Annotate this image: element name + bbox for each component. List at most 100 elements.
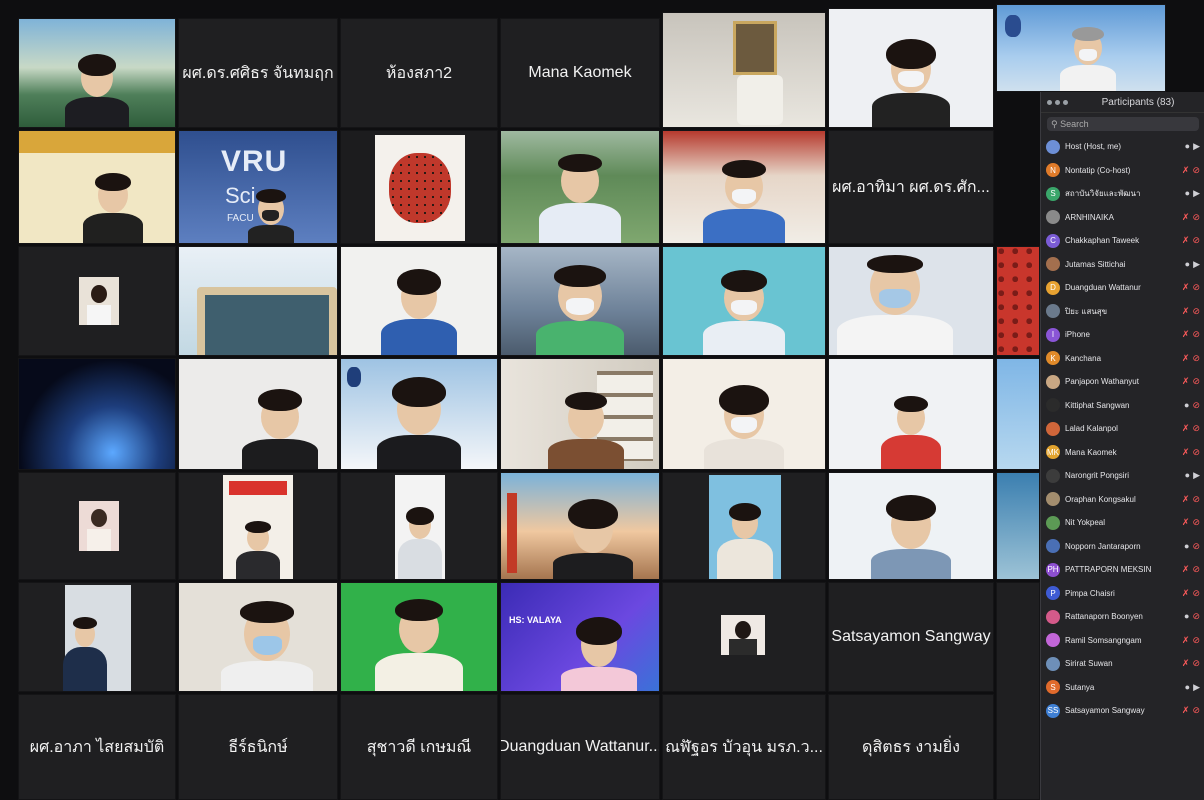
video-tile-32[interactable] — [662, 472, 826, 580]
video-tile-38[interactable]: HS: VALAYA — [500, 582, 660, 692]
emblem-icon — [347, 367, 361, 387]
participant-list-item[interactable]: C Chakkaphan Taweek ✗ ⊘ — [1041, 229, 1204, 253]
video-tile-33[interactable] — [828, 472, 994, 580]
video-tile-17[interactable] — [500, 246, 660, 356]
virtual-background-banner — [19, 131, 175, 153]
video-tile-35[interactable] — [18, 582, 176, 692]
video-tile-14[interactable] — [18, 246, 176, 356]
microphone-muted-icon: ✗ — [1181, 235, 1190, 246]
video-tile-46[interactable]: ดุสิตธร งามยิ่ง — [828, 694, 994, 800]
video-tile-20[interactable] — [996, 246, 1040, 356]
microphone-muted-icon: ✗ — [1181, 352, 1190, 363]
video-tile-29[interactable] — [178, 472, 338, 580]
video-tile-13[interactable]: ผศ.อาทิมา ผศ.ดร.ศัก... — [828, 130, 994, 244]
video-tile-24[interactable] — [500, 358, 660, 470]
video-tile-15[interactable] — [178, 246, 338, 356]
participant-list-item[interactable]: K Kanchana ✗ ⊘ — [1041, 347, 1204, 371]
participant-list-item[interactable]: IiPhone ✗ ⊘ — [1041, 323, 1204, 347]
participant-video — [1058, 27, 1118, 91]
microphone-muted-icon: ✗ — [1181, 282, 1190, 293]
participant-list-name: Lalad Kalanpol — [1065, 424, 1118, 434]
participant-list-name: Kanchana — [1065, 353, 1102, 363]
participant-list-item[interactable]: Sirirat Suwan ✗ ⊘ — [1041, 652, 1204, 676]
avatar: PH — [1046, 562, 1060, 577]
video-tile-1[interactable] — [18, 18, 176, 128]
video-tile-2[interactable]: ผศ.ดร.ศศิธร จันทมฤก — [178, 18, 338, 128]
video-tile-4[interactable]: Mana Kaomek — [500, 18, 660, 128]
video-tile-22[interactable] — [178, 358, 338, 470]
video-tile-34[interactable] — [996, 472, 1040, 580]
video-tile-42[interactable]: ธีร์ธนิกษ์ — [178, 694, 338, 800]
video-tile-11[interactable] — [500, 130, 660, 244]
video-tile-10[interactable] — [340, 130, 498, 244]
video-tile-31[interactable] — [500, 472, 660, 580]
video-tile-6[interactable] — [828, 8, 994, 128]
microphone-muted-icon: ✗ — [1181, 164, 1190, 175]
participant-status-icons: ✗ ⊘ — [1182, 235, 1200, 246]
video-tile-3[interactable]: ห้องสภา2 — [340, 18, 498, 128]
participant-list-item[interactable]: Rattanaporn Boonyen ● ⊘ — [1041, 605, 1204, 629]
video-tile-36[interactable] — [178, 582, 338, 692]
participant-list-item[interactable]: N Nontatip (Co-host) ✗ ⊘ — [1041, 159, 1204, 183]
video-tile-45[interactable]: ณฬัฐอร บัวอุน มรภ.ว... — [662, 694, 826, 800]
participant-search-input[interactable]: ⚲ Search — [1047, 117, 1199, 131]
participant-list-item[interactable]: P Pimpa Chaisri ✗ ⊘ — [1041, 582, 1204, 606]
participant-list-name: Nontatip (Co-host) — [1065, 165, 1131, 175]
participant-list-item[interactable]: SS Satsayamon Sangway ✗ ⊘ — [1041, 699, 1204, 723]
participant-list-item[interactable]: Jutamas Sittichai ● ▶ — [1041, 253, 1204, 277]
video-tile-47[interactable] — [996, 582, 1040, 800]
video-tile-39[interactable] — [662, 582, 826, 692]
video-tile-21[interactable] — [18, 358, 176, 470]
video-tile-16[interactable] — [340, 246, 498, 356]
participant-list-item[interactable]: S Sutanya ● ▶ — [1041, 676, 1204, 700]
video-tile-25[interactable] — [662, 358, 826, 470]
participant-list-item[interactable]: Host (Host, me) ● ▶ — [1041, 135, 1204, 159]
video-tile-41[interactable]: ผศ.อาภา ไสยสมบัติ — [18, 694, 176, 800]
video-tile-37[interactable] — [340, 582, 498, 692]
participant-status-icons: ✗ ⊘ — [1182, 517, 1200, 528]
avatar — [1046, 304, 1060, 319]
participant-list-item[interactable]: ARNHINAIKA ✗ ⊘ — [1041, 206, 1204, 230]
participant-video — [375, 377, 463, 469]
video-tile-28[interactable] — [18, 472, 176, 580]
video-tile-27[interactable] — [996, 358, 1040, 470]
participant-list-name: PATTRAPORN MEKSIN — [1065, 565, 1152, 575]
participant-name: ผศ.ดร.ศศิธร จันทมฤก — [182, 64, 334, 82]
participant-list-name: Sirirat Suwan — [1065, 659, 1113, 669]
participant-list-name: Panjapon Wathanyut — [1065, 377, 1139, 387]
participant-video — [240, 389, 320, 469]
participant-list-name: ปิยะ แสนสุข — [1065, 306, 1108, 316]
video-tile-44[interactable]: Duangduan Wattanur... — [500, 694, 660, 800]
participant-list-item[interactable]: Ramil Somsangngam ✗ ⊘ — [1041, 629, 1204, 653]
video-tile-40[interactable]: Satsayamon Sangway — [828, 582, 994, 692]
video-tile-8[interactable] — [18, 130, 176, 244]
participants-panel[interactable]: Participants (83) ⚲ Search Host (Host, m… — [1040, 92, 1204, 800]
video-tile-18[interactable] — [662, 246, 826, 356]
video-tile-30[interactable] — [340, 472, 498, 580]
participant-list-name: Nopporn Jantaraporn — [1065, 541, 1141, 551]
window-zoom-icon[interactable] — [1063, 99, 1068, 105]
participant-status-icons: ✗ ⊘ — [1182, 376, 1200, 387]
participant-list-item[interactable]: PH PATTRAPORN MEKSIN ✗ ⊘ — [1041, 558, 1204, 582]
participant-list-item[interactable]: Lalad Kalanpol ✗ ⊘ — [1041, 417, 1204, 441]
participant-list-item[interactable]: Kittiphat Sangwan ● ⊘ — [1041, 394, 1204, 418]
participant-list-item[interactable]: D Duangduan Wattanur ✗ ⊘ — [1041, 276, 1204, 300]
video-tile-12[interactable] — [662, 130, 826, 244]
video-tile-19[interactable] — [828, 246, 994, 356]
window-minimize-icon[interactable] — [1055, 99, 1060, 105]
participant-list-item[interactable]: MK Mana Kaomek ✗ ⊘ — [1041, 441, 1204, 465]
video-tile-26[interactable] — [828, 358, 994, 470]
participant-list-item[interactable]: Nopporn Jantaraporn ● ⊘ — [1041, 535, 1204, 559]
participant-list-item[interactable]: Narongrit Pongsiri ● ▶ — [1041, 464, 1204, 488]
participant-list-item[interactable]: Nit Yokpeal ✗ ⊘ — [1041, 511, 1204, 535]
participant-list-item[interactable]: Oraphan Kongsakul ✗ ⊘ — [1041, 488, 1204, 512]
participant-list-item[interactable]: ปิยะ แสนสุข ✗ ⊘ — [1041, 300, 1204, 324]
participant-list-item[interactable]: S สถาบันวิจัยและพัฒนา ● ▶ — [1041, 182, 1204, 206]
video-tile-43[interactable]: สุชาวดี เกษมณี — [340, 694, 498, 800]
window-close-icon[interactable] — [1047, 99, 1052, 105]
video-tile-23[interactable] — [340, 358, 498, 470]
video-tile-7[interactable] — [996, 4, 1166, 92]
participant-list-item[interactable]: Panjapon Wathanyut ✗ ⊘ — [1041, 370, 1204, 394]
video-tile-9[interactable]: VRU Sci FACU — [178, 130, 338, 244]
video-tile-5[interactable] — [662, 12, 826, 128]
